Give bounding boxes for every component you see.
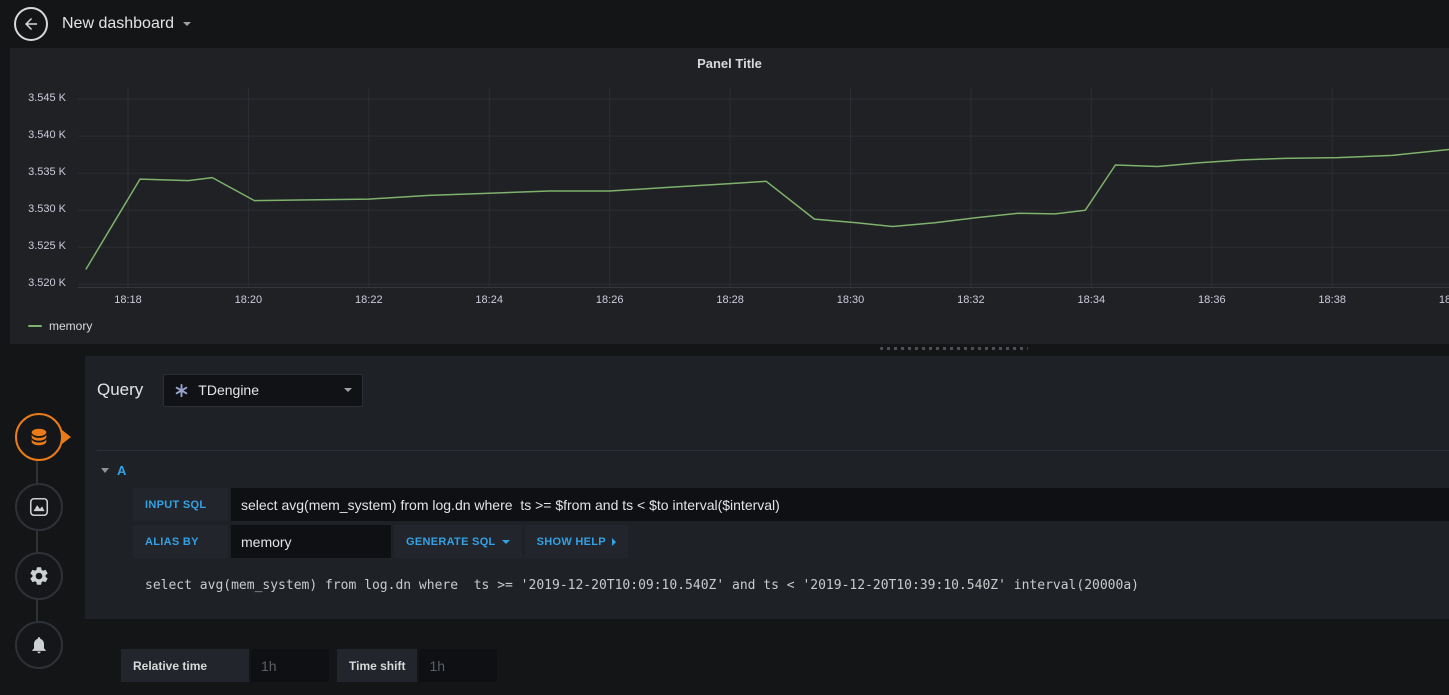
query-ref-id: A [117, 463, 127, 478]
tab-alert[interactable] [15, 621, 63, 669]
editor-tab-rail [0, 356, 85, 693]
dashboard-title: New dashboard [62, 15, 175, 32]
editor-column: Query TDengine A INPUT SQL select avg(me… [85, 356, 1449, 693]
time-series-chart: 3.545 K 3.540 K 3.535 K 3.530 K 3.525 K 3.520… [10, 88, 1449, 312]
alias-by-field[interactable] [231, 525, 391, 558]
plot-area[interactable] [78, 88, 1449, 288]
input-sql-label: INPUT SQL [133, 488, 228, 521]
time-shift-label: Time shift [337, 649, 418, 682]
relative-time-input[interactable] [251, 649, 329, 682]
chevron-down-icon [183, 22, 192, 26]
panel-title[interactable]: Panel Title [10, 48, 1449, 78]
time-series-canvas[interactable] [78, 88, 1449, 288]
collapse-caret-icon [101, 468, 109, 473]
tab-queries[interactable] [15, 413, 63, 461]
x-tick-label: 18:38 [1318, 294, 1346, 306]
time-shift-input[interactable] [419, 649, 498, 682]
y-tick-label: 3.540 K [28, 129, 66, 142]
panel-editor: Query TDengine A INPUT SQL select avg(me… [0, 356, 1449, 693]
datasource-name: TDengine [198, 382, 259, 398]
x-axis: 18:18 18:20 18:22 18:24 18:26 18:28 18:30 18:32… [78, 292, 1449, 312]
queries-tab-content: Query TDengine A INPUT SQL select avg(me… [85, 356, 1449, 619]
graph-panel: Panel Title 3.545 K 3.540 K 3.535 K 3.530 K… [10, 48, 1449, 344]
query-header: Query TDengine [97, 372, 1449, 408]
gear-icon [28, 565, 50, 587]
scroll-strip [0, 344, 1449, 356]
x-tick-label: 18:26 [595, 294, 624, 306]
gap [329, 649, 337, 682]
query-form: INPUT SQL ALIAS BY GENERATE SQL SHOW HEL… [97, 488, 1449, 593]
x-tick-label: 18:20 [234, 294, 263, 306]
y-tick-label: 3.525 K [28, 240, 66, 253]
arrow-left-icon [22, 15, 40, 33]
x-tick-label: 18:32 [957, 294, 985, 306]
tab-visualization[interactable] [15, 483, 63, 531]
y-tick-label: 3.535 K [28, 166, 66, 179]
generate-sql-button[interactable]: GENERATE SQL [394, 525, 522, 558]
chevron-down-icon [501, 539, 510, 544]
query-row-collapse[interactable]: A [97, 451, 217, 478]
tab-connector-line [36, 437, 38, 645]
query-section-title: Query [97, 380, 144, 399]
chevron-right-icon [611, 537, 616, 546]
graph-icon [28, 496, 50, 518]
generated-sql-preview: select avg(mem_system) from log.dn where… [145, 578, 1139, 593]
input-sql-row: INPUT SQL [133, 488, 1449, 521]
y-tick-label: 3.530 K [28, 203, 66, 216]
x-tick-label: 18:28 [716, 294, 744, 306]
show-help-button[interactable]: SHOW HELP [524, 525, 628, 558]
database-icon [28, 426, 50, 448]
x-tick-label: 18:24 [475, 294, 503, 306]
active-tab-arrow-icon [62, 430, 71, 444]
x-tick-label: 18:34 [1077, 294, 1106, 306]
x-tick-label: 18:30 [836, 294, 865, 306]
show-help-label: SHOW HELP [536, 535, 606, 548]
datasource-picker[interactable]: TDengine [163, 373, 364, 407]
bell-icon [29, 635, 49, 655]
x-tick-label: 18:40 [1438, 294, 1449, 306]
query-divider [97, 450, 1449, 451]
relative-time-label: Relative time [121, 649, 249, 682]
y-axis: 3.545 K 3.540 K 3.535 K 3.530 K 3.525 K 3.520… [10, 88, 70, 290]
legend-item-memory[interactable]: memory [49, 319, 92, 333]
x-tick-label: 18:36 [1198, 294, 1226, 306]
tab-general[interactable] [15, 552, 63, 600]
input-sql-field[interactable] [231, 488, 1449, 521]
chart-legend: memory [10, 312, 1449, 333]
time-options-row: Relative time Time shift [121, 649, 1449, 682]
scrollbar-handle[interactable] [880, 347, 1028, 350]
back-button[interactable] [14, 7, 48, 41]
top-navbar: New dashboard [0, 0, 1449, 48]
y-tick-label: 3.520 K [28, 277, 66, 290]
dashboard-title-dropdown[interactable]: New dashboard [62, 15, 192, 33]
y-tick-label: 3.545 K [28, 92, 66, 105]
alias-by-row: ALIAS BY GENERATE SQL SHOW HELP [133, 525, 1449, 558]
generate-sql-label: GENERATE SQL [406, 535, 496, 548]
x-tick-label: 18:18 [114, 294, 142, 306]
tdengine-logo-icon [174, 383, 189, 398]
legend-swatch-memory [28, 325, 42, 327]
x-tick-label: 18:22 [355, 294, 383, 306]
alias-by-label: ALIAS BY [133, 525, 228, 558]
chevron-down-icon [344, 388, 353, 392]
